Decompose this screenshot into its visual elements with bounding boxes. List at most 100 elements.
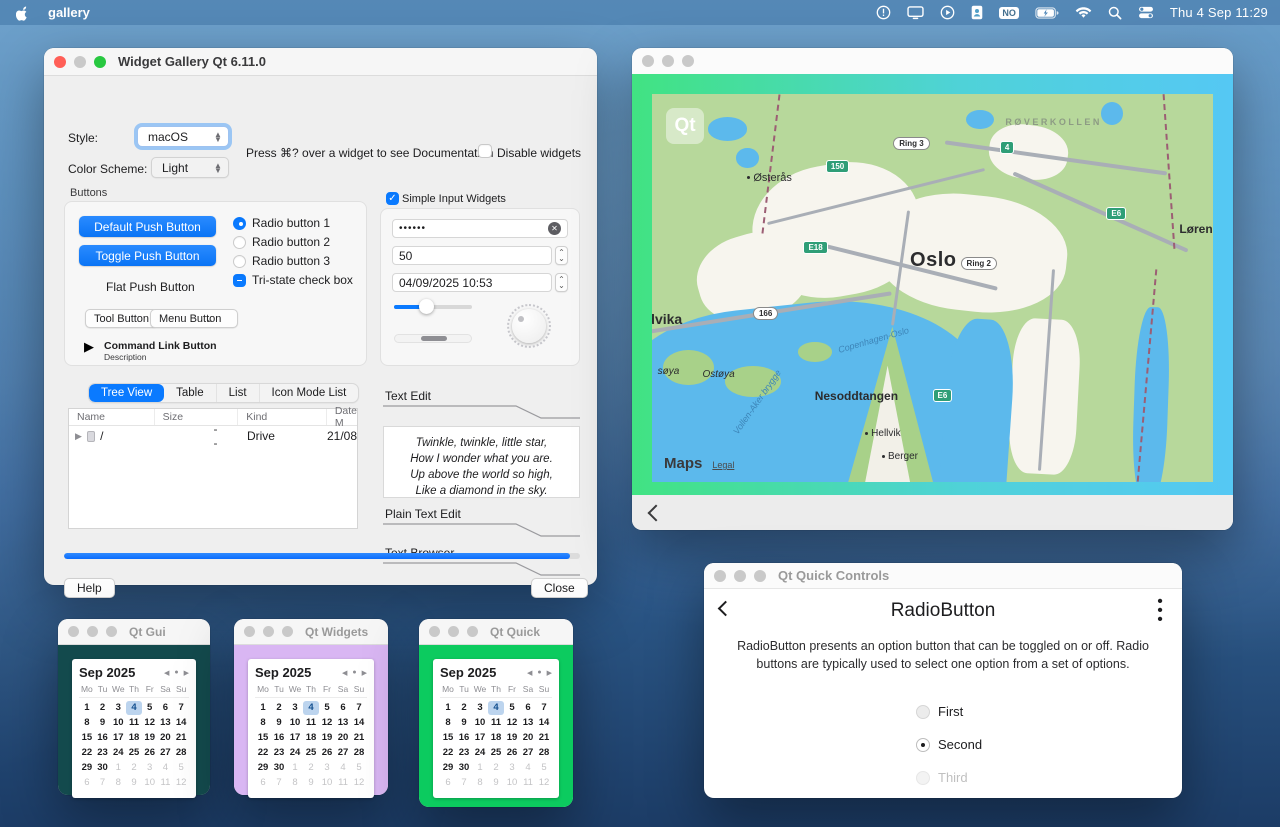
radio-on-icon[interactable] [233,217,246,230]
input-source-indicator[interactable]: NO [999,7,1019,19]
calendar-day-cell[interactable]: 8 [110,776,126,790]
calendar-day-cell[interactable]: 20 [520,731,536,745]
menu-clock[interactable]: Thu 4 Sep 11:29 [1170,5,1268,20]
calendar-day-cell[interactable]: 9 [271,716,287,730]
calendar-day-cell[interactable]: 22 [440,746,456,760]
calendar-day-cell[interactable]: 6 [255,776,271,790]
calendar-day-cell[interactable]: 30 [271,761,287,775]
calendar-day-cell[interactable]: 26 [142,746,158,760]
calendar-day-cell[interactable]: 25 [126,746,142,760]
dial[interactable] [507,304,551,348]
tab-icon-mode-list[interactable]: Icon Mode List [260,384,359,402]
map-titlebar[interactable] [632,48,1233,74]
tristate-checkbox[interactable]: – [233,274,246,287]
calendar-day-cell[interactable]: 18 [303,731,319,745]
calendar-day-cell[interactable]: 5 [351,761,367,775]
calendar-day-cell[interactable]: 12 [173,776,189,790]
today-icon[interactable]: ● [352,669,356,676]
calendar-day-cell[interactable]: 11 [303,716,319,730]
calendar-widget[interactable]: Sep 2025◀●▶MoTuWeThFrSaSu123456789101112… [433,659,559,798]
calendar-day-cell[interactable]: 9 [126,776,142,790]
calendar-day-cell[interactable]: 22 [79,746,95,760]
calendar-day-cell[interactable]: 14 [173,716,189,730]
cal-titlebar[interactable]: Qt Widgets [234,619,388,645]
calendar-day-cell[interactable]: 2 [271,701,287,715]
calendar-day-cell[interactable]: 3 [142,761,158,775]
calendar-day-cell[interactable]: 21 [536,731,552,745]
calendar-day-cell[interactable]: 8 [472,776,488,790]
alert-icon[interactable] [876,5,891,21]
calendar-day-cell[interactable]: 23 [95,746,111,760]
calendar-day-cell[interactable]: 25 [303,746,319,760]
calendar-day-cell[interactable]: 12 [142,716,158,730]
wifi-icon[interactable] [1075,5,1092,21]
calendar-day-cell[interactable]: 4 [303,701,319,715]
close-traffic-light[interactable] [642,55,654,67]
calendar-day-cell[interactable]: 19 [504,731,520,745]
calendar-day-cell[interactable]: 30 [95,761,111,775]
calendar-day-cell[interactable]: 10 [287,716,303,730]
radio-option[interactable]: Radio button 2 [233,235,353,249]
calendar-day-cell[interactable]: 4 [335,761,351,775]
radio-option-second[interactable]: Second [916,728,1182,761]
calendar-day-cell[interactable]: 2 [95,701,111,715]
calendar-day-cell[interactable]: 23 [271,746,287,760]
calendar-day-cell[interactable]: 3 [504,761,520,775]
tree-header-kind[interactable]: Kind [238,409,327,425]
radio-option[interactable]: Radio button 1 [233,216,353,230]
calendar-day-cell[interactable]: 4 [520,761,536,775]
calendar-day-cell[interactable]: 1 [255,701,271,715]
calendar-day-cell[interactable]: 9 [456,716,472,730]
gallery-titlebar[interactable]: Widget Gallery Qt 6.11.0 [44,48,597,76]
minimize-traffic-light[interactable] [662,55,674,67]
calendar-day-cell[interactable]: 2 [126,761,142,775]
kebab-menu-icon[interactable]: ••• [1154,597,1166,624]
calendar-day-cell[interactable]: 2 [488,761,504,775]
horizontal-scrollbar[interactable] [394,334,472,343]
calendar-day-cell[interactable]: 7 [536,701,552,715]
calendar-day-cell[interactable]: 25 [488,746,504,760]
calendar-day-cell[interactable]: 15 [79,731,95,745]
calendar-day-cell[interactable]: 6 [335,701,351,715]
close-traffic-light[interactable] [54,56,66,68]
apple-menu-icon[interactable] [16,5,30,21]
flat-push-button[interactable]: Flat Push Button [106,280,195,294]
calendar-day-cell[interactable]: 27 [520,746,536,760]
calendar-day-cell[interactable]: 10 [142,776,158,790]
tab-list[interactable]: List [217,384,260,402]
calendar-widget[interactable]: Sep 2025◀●▶MoTuWeThFrSaSu123456789101112… [248,659,374,798]
close-traffic-light[interactable] [429,626,440,637]
calendar-day-cell[interactable]: 6 [520,701,536,715]
calendar-day-cell[interactable]: 22 [255,746,271,760]
calendar-day-cell[interactable]: 11 [126,716,142,730]
zoom-traffic-light[interactable] [94,56,106,68]
calendar-day-cell[interactable]: 7 [173,701,189,715]
calendar-day-cell[interactable]: 16 [271,731,287,745]
toggle-push-button[interactable]: Toggle Push Button [79,245,216,266]
color-scheme-combobox[interactable]: Light ▲▼ [151,157,229,178]
calendar-day-cell[interactable]: 21 [351,731,367,745]
cal-titlebar[interactable]: Qt Quick [419,619,573,645]
calendar-day-cell[interactable]: 20 [158,731,174,745]
tree-header-date[interactable]: Date M [327,409,357,425]
calendar-day-cell[interactable]: 8 [255,716,271,730]
slider-thumb[interactable] [419,299,434,314]
tree-view[interactable]: Name Size Kind Date M ▶ / -- Drive 21/08 [68,408,358,529]
radio-off-icon[interactable] [916,705,930,719]
tristate-checkbox-row[interactable]: – Tri-state check box [233,273,353,287]
spotlight-search-icon[interactable] [1108,5,1122,21]
calendar-day-cell[interactable]: 12 [319,716,335,730]
passport-id-icon[interactable] [971,5,983,21]
qqc-titlebar[interactable]: Qt Quick Controls [704,563,1182,589]
radio-on-icon[interactable] [916,738,930,752]
calendar-day-cell[interactable]: 5 [173,761,189,775]
today-icon[interactable]: ● [537,669,541,676]
calendar-day-cell[interactable]: 11 [520,776,536,790]
calendar-day-cell[interactable]: 1 [79,701,95,715]
map-view[interactable]: Qt RØVERKOLLEN Østerås Oslo dvika Lørens… [652,94,1213,482]
calendar-day-cell[interactable]: 9 [303,776,319,790]
calendar-day-cell[interactable]: 10 [472,716,488,730]
calendar-day-cell[interactable]: 9 [488,776,504,790]
calendar-day-cell[interactable]: 30 [456,761,472,775]
calendar-day-cell[interactable]: 6 [79,776,95,790]
